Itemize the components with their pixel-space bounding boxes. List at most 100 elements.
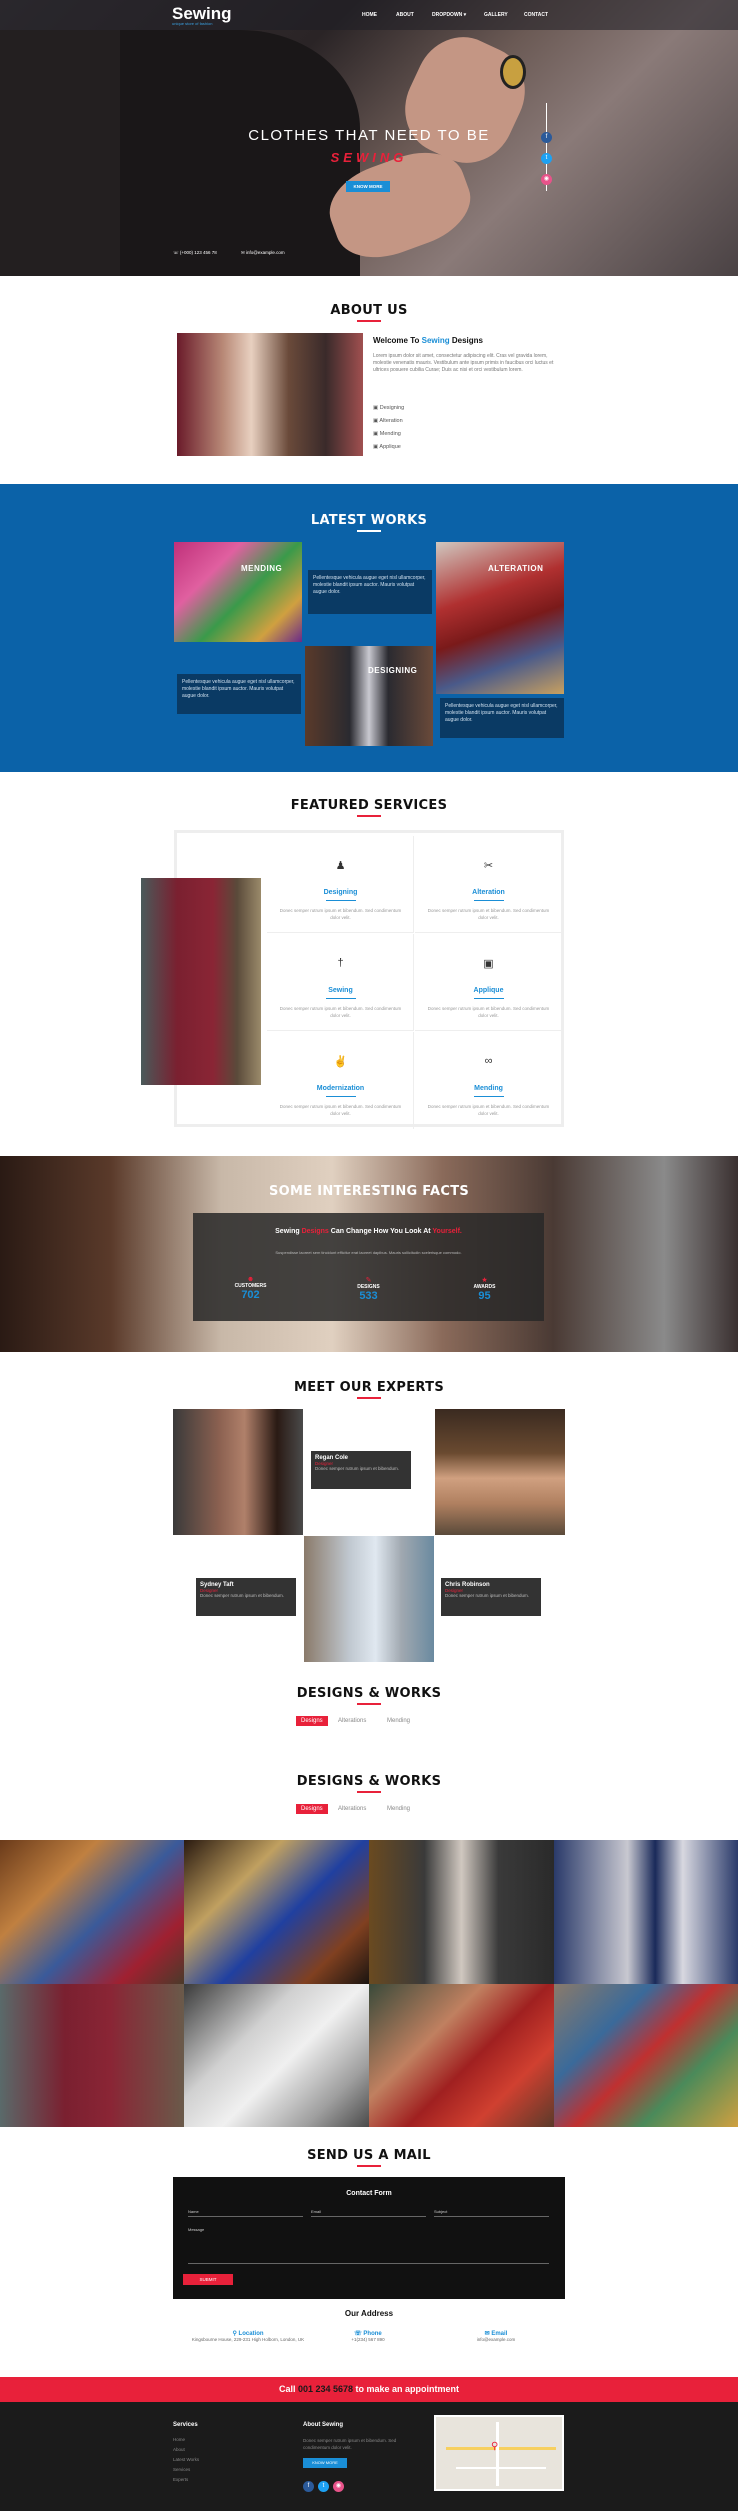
title-underline bbox=[357, 815, 381, 817]
about-title: ABOUT US bbox=[330, 303, 408, 318]
expert-photo bbox=[304, 1536, 434, 1662]
service-designing[interactable]: ♟ Designing Donec semper rutrum ipsum et… bbox=[267, 836, 414, 933]
service-applique[interactable]: ▣ Applique Donec semper rutrum ipsum et … bbox=[415, 934, 562, 1031]
address-title: Our Address bbox=[344, 2309, 394, 2318]
list-item: ▣ Alteration bbox=[373, 418, 403, 424]
contact-form: Contact Form Name Email Subject Message … bbox=[173, 2177, 565, 2299]
address-email: ✉ Email info@example.com bbox=[476, 2331, 516, 2342]
checkbox-icon: ▣ bbox=[373, 405, 380, 411]
tagline: unique store of fashion bbox=[172, 21, 213, 26]
puzzle-icon: ▣ bbox=[483, 958, 494, 970]
list-item: ▣ Applique bbox=[373, 444, 401, 450]
gallery-image[interactable] bbox=[184, 1984, 369, 2127]
stat-customers: ☻ CUSTOMERS 702 bbox=[228, 1276, 273, 1301]
hero-email: ✉ info@example.com bbox=[241, 250, 285, 255]
expert-card[interactable]: Chris Robinson Designer Donec semper rutru… bbox=[441, 1578, 541, 1616]
tab-designs[interactable]: Designs bbox=[296, 1804, 328, 1814]
map-widget[interactable]: ⚲ bbox=[434, 2415, 564, 2491]
tab-mending[interactable]: Mending bbox=[387, 1806, 410, 1812]
dribbble-icon[interactable]: ◉ bbox=[333, 2481, 344, 2492]
submit-button[interactable]: SUBMIT bbox=[183, 2274, 233, 2285]
thumbs-up-icon: ✌ bbox=[333, 1056, 348, 1068]
service-modernization[interactable]: ✌ Modernization Donec semper rutrum ipsu… bbox=[267, 1032, 414, 1129]
tab-alterations[interactable]: Alterations bbox=[338, 1718, 366, 1724]
checkbox-icon: ▣ bbox=[373, 431, 380, 437]
footer-services-title: Services bbox=[173, 2422, 198, 2428]
title-underline bbox=[357, 320, 381, 322]
footer: Services Home About Latest Works Service… bbox=[0, 2402, 738, 2511]
gallery-image[interactable] bbox=[369, 1840, 554, 1984]
list-item: ▣ Designing bbox=[373, 405, 405, 411]
facebook-icon[interactable]: f bbox=[303, 2481, 314, 2492]
service-mending[interactable]: ∞ Mending Donec semper rutrum ipsum et b… bbox=[415, 1032, 562, 1129]
pin-icon: † bbox=[337, 957, 344, 969]
work-desc: Pellentesque vehicula augue eget nisl ul… bbox=[440, 698, 564, 738]
designs-title: DESIGNS & WORKS bbox=[296, 1774, 442, 1789]
hero-phone: ☏ (+000) 123 456 78 bbox=[173, 250, 217, 255]
know-more-button[interactable]: KNOW MORE bbox=[346, 181, 390, 192]
work-desc: Pellentesque vehicula augue eget nisl ul… bbox=[177, 674, 301, 714]
facebook-icon[interactable]: f bbox=[541, 132, 552, 143]
title-underline bbox=[357, 530, 381, 532]
about-list: ▣ Designing ▣ Alteration ▣ Mending ▣ App… bbox=[373, 402, 404, 454]
footer-link[interactable]: Latest Works bbox=[173, 2457, 199, 2462]
expert-photo bbox=[435, 1409, 565, 1535]
work-desc: Pellentesque vehicula augue eget nisl ul… bbox=[308, 570, 432, 614]
map-pin-icon: ⚲ bbox=[491, 2441, 499, 2452]
gallery-image[interactable] bbox=[554, 1840, 738, 1984]
tab-designs[interactable]: Designs bbox=[296, 1716, 328, 1726]
twitter-icon[interactable]: t bbox=[541, 153, 552, 164]
service-alteration[interactable]: ✂ Alteration Donec semper rutrum ipsum e… bbox=[415, 836, 562, 933]
tab-alterations[interactable]: Alterations bbox=[338, 1806, 366, 1812]
phone-icon: ☏ bbox=[173, 250, 180, 255]
hero-heading: CLOTHES THAT NEED TO BE bbox=[248, 127, 490, 144]
gallery-image[interactable] bbox=[0, 1984, 184, 2127]
alteration-label: ALTERATION bbox=[488, 564, 544, 573]
mending-image[interactable] bbox=[174, 542, 302, 642]
users-icon: ☻ bbox=[246, 1276, 255, 1283]
dribbble-icon[interactable]: ◉ bbox=[541, 174, 552, 185]
designs-title: DESIGNS & WORKS bbox=[296, 1686, 442, 1701]
gallery-image[interactable] bbox=[184, 1840, 369, 1984]
mail-title: SEND US A MAIL bbox=[307, 2148, 431, 2163]
expert-card[interactable]: Sydney Taft Designer Donec semper rutrum i… bbox=[196, 1578, 296, 1616]
designing-image[interactable] bbox=[305, 646, 433, 746]
twitter-icon[interactable]: t bbox=[318, 2481, 329, 2492]
gallery-image[interactable] bbox=[369, 1984, 554, 2127]
service-sewing[interactable]: † Sewing Donec semper rutrum ipsum et bi… bbox=[267, 934, 414, 1031]
nav-contact[interactable]: CONTACT bbox=[524, 12, 548, 18]
footer-link[interactable]: Services bbox=[173, 2467, 190, 2472]
appointment-bar: Call 001 234 5678 to make an appointment bbox=[0, 2377, 738, 2402]
facts-sub: Suspendisse laoreet sem tincidunt effici… bbox=[275, 1250, 462, 1255]
nav-dropdown[interactable]: DROPDOWN ▾ bbox=[432, 12, 466, 18]
footer-about-text: Donec semper rutrum ipsum et bibendum. S… bbox=[303, 2438, 397, 2450]
email-field[interactable]: Email bbox=[311, 2209, 321, 2214]
stat-designs: ✎ DESIGNS 533 bbox=[346, 1276, 391, 1302]
watch-shape bbox=[500, 55, 526, 89]
top-nav: Sewing unique store of fashion HOME ABOU… bbox=[0, 0, 738, 30]
subject-field[interactable]: Subject bbox=[434, 2209, 447, 2214]
nav-home[interactable]: HOME bbox=[362, 12, 377, 18]
footer-link[interactable]: About bbox=[173, 2447, 185, 2452]
gallery-image[interactable] bbox=[0, 1840, 184, 1984]
nav-about[interactable]: ABOUT bbox=[396, 12, 414, 18]
facts-heading: Sewing Designs Can Change How You Look A… bbox=[275, 1228, 462, 1235]
footer-know-more-button[interactable]: KNOW MORE bbox=[303, 2458, 347, 2468]
dress-image bbox=[141, 878, 261, 1085]
name-field[interactable]: Name bbox=[188, 2209, 199, 2214]
hero-subheading: SEWING bbox=[330, 150, 408, 165]
about-paragraph: Lorem ipsum dolor sit amet, consectetur … bbox=[373, 353, 554, 373]
pencil-icon: ✎ bbox=[365, 1277, 372, 1284]
message-field[interactable]: Message bbox=[188, 2227, 204, 2232]
title-underline bbox=[357, 1397, 381, 1399]
trophy-icon: ★ bbox=[481, 1277, 488, 1284]
tab-mending[interactable]: Mending bbox=[387, 1718, 410, 1724]
address-location: ⚲ Location Kingsbourne House, 229-231 Hi… bbox=[191, 2331, 305, 2342]
footer-link[interactable]: Home bbox=[173, 2437, 185, 2442]
footer-link[interactable]: Experts bbox=[173, 2477, 188, 2482]
expert-card[interactable]: Regan Cole Designer Donec semper rutrum ip… bbox=[311, 1451, 411, 1489]
gallery-image[interactable] bbox=[554, 1984, 738, 2127]
nav-gallery[interactable]: GALLERY bbox=[484, 12, 508, 18]
footer-about-title: About Sewing bbox=[303, 2422, 343, 2428]
mannequin-icon: ♟ bbox=[335, 860, 346, 872]
